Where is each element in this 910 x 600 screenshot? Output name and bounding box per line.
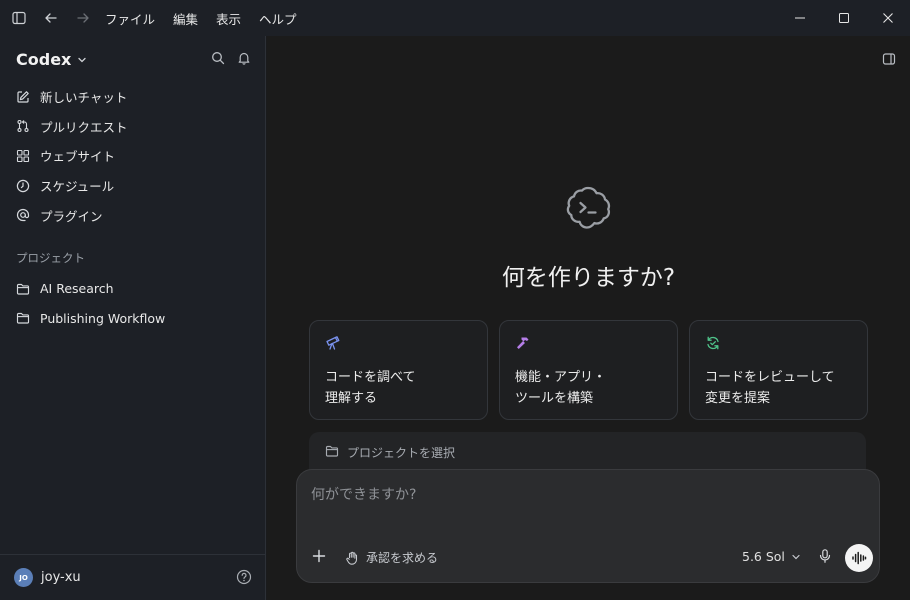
plus-icon[interactable] <box>311 548 327 564</box>
refresh-icon <box>707 336 719 350</box>
sidebar-actions <box>211 51 251 65</box>
project-select[interactable]: プロジェクトを選択 <box>309 432 866 472</box>
sidebar-toggle-icon[interactable] <box>9 8 29 28</box>
back-arrow-icon[interactable] <box>41 8 61 28</box>
waveform-icon <box>852 551 867 565</box>
microphone-icon[interactable] <box>817 548 833 564</box>
bell-icon[interactable] <box>237 51 251 65</box>
project-item-ai-research[interactable]: AI Research <box>8 274 258 304</box>
main-area: 何を作りますか? コードを調べて 理解する 機能・アプリ・ ツールを構築 コード… <box>267 36 910 600</box>
sidebar-item-label: プラグイン <box>40 208 103 224</box>
project-list: AI Research Publishing Workflow <box>8 274 258 333</box>
help-icon[interactable] <box>236 569 252 585</box>
sidebar-item-label: スケジュール <box>40 179 115 195</box>
chevron-down-icon <box>78 57 87 62</box>
suggestion-card-text: コードをレビューして 変更を提案 <box>705 370 835 406</box>
suggestion-card-text: コードを調べて 理解する <box>325 370 416 406</box>
forward-arrow-icon[interactable] <box>73 8 93 28</box>
approval-mode-label: 承認を求める <box>366 551 439 565</box>
sidebar-item-label: プルリクエスト <box>40 119 128 135</box>
pull-request-icon <box>17 120 29 133</box>
sidebar-item-new-chat[interactable]: 新しいチャット <box>8 82 258 112</box>
menu-edit[interactable]: 編集 <box>173 9 198 28</box>
minimize-icon[interactable] <box>778 0 822 36</box>
sidebar-nav: 新しいチャット プルリクエスト ウェブサイト スケジュール プラグイン <box>8 82 258 230</box>
page-title: 何を作りますか? <box>501 265 676 291</box>
folder-icon <box>16 313 30 324</box>
project-select-label: プロジェクトを選択 <box>347 446 456 460</box>
user-name: joy-xu <box>41 570 81 585</box>
composer: 何ができますか? 承認を求める 5.6 Sol <box>296 469 880 583</box>
sidebar-item-pull-requests[interactable]: プルリクエスト <box>8 112 258 142</box>
approval-mode-button[interactable]: 承認を求める <box>345 549 438 566</box>
model-selector[interactable]: 5.6 Sol <box>742 549 801 564</box>
panel-toggle-icon[interactable] <box>882 52 896 66</box>
suggestion-card-explore[interactable]: コードを調べて 理解する <box>309 320 488 420</box>
suggestion-card-text: 機能・アプリ・ ツールを構築 <box>515 370 607 406</box>
codex-logo-icon <box>566 186 611 229</box>
menu-file[interactable]: ファイル <box>105 9 155 28</box>
close-icon[interactable] <box>866 0 910 36</box>
suggestion-card-review[interactable]: コードをレビューして 変更を提案 <box>689 320 868 420</box>
clock-icon <box>16 179 30 192</box>
sidebar-item-plugins[interactable]: プラグイン <box>8 200 258 230</box>
folder-icon <box>325 445 339 457</box>
grid-icon <box>16 149 30 163</box>
at-icon <box>16 209 30 222</box>
hand-icon <box>346 551 358 565</box>
user-profile[interactable]: JO joy-xu <box>0 554 266 600</box>
projects-section-label: プロジェクト <box>16 251 85 265</box>
menu-bar: ファイル 編集 表示 ヘルプ <box>105 9 297 28</box>
menu-view[interactable]: 表示 <box>216 9 241 28</box>
brand-name: Codex <box>16 50 72 69</box>
chevron-down-icon <box>792 554 800 559</box>
suggestion-card-build[interactable]: 機能・アプリ・ ツールを構築 <box>499 320 678 420</box>
project-item-publishing-workflow[interactable]: Publishing Workflow <box>8 304 258 334</box>
voice-mode-button[interactable] <box>845 544 873 572</box>
prompt-input[interactable]: 何ができますか? <box>311 484 416 504</box>
edit-icon <box>17 90 29 103</box>
project-label: AI Research <box>40 281 114 297</box>
title-bar: ファイル 編集 表示 ヘルプ <box>0 0 910 36</box>
window-controls <box>778 0 910 36</box>
sidebar-item-schedule[interactable]: スケジュール <box>8 171 258 201</box>
hammer-icon <box>517 337 529 349</box>
sidebar-item-website[interactable]: ウェブサイト <box>8 141 258 171</box>
sidebar: Codex 新しいチャット プルリクエスト ウェブサイト スケジュール プラグイ… <box>0 36 266 600</box>
sidebar-item-label: ウェブサイト <box>40 149 116 165</box>
suggestion-cards: コードを調べて 理解する 機能・アプリ・ ツールを構築 コードをレビューして 変… <box>309 320 868 420</box>
project-label: Publishing Workflow <box>40 310 166 326</box>
folder-icon <box>16 283 30 295</box>
maximize-icon[interactable] <box>822 0 866 36</box>
avatar: JO <box>14 568 33 587</box>
menu-help[interactable]: ヘルプ <box>259 9 297 28</box>
sidebar-item-label: 新しいチャット <box>40 90 128 106</box>
telescope-icon <box>326 336 340 350</box>
search-icon[interactable] <box>211 51 225 65</box>
brand-switcher[interactable]: Codex <box>16 50 87 69</box>
model-label: 5.6 Sol <box>742 549 785 564</box>
